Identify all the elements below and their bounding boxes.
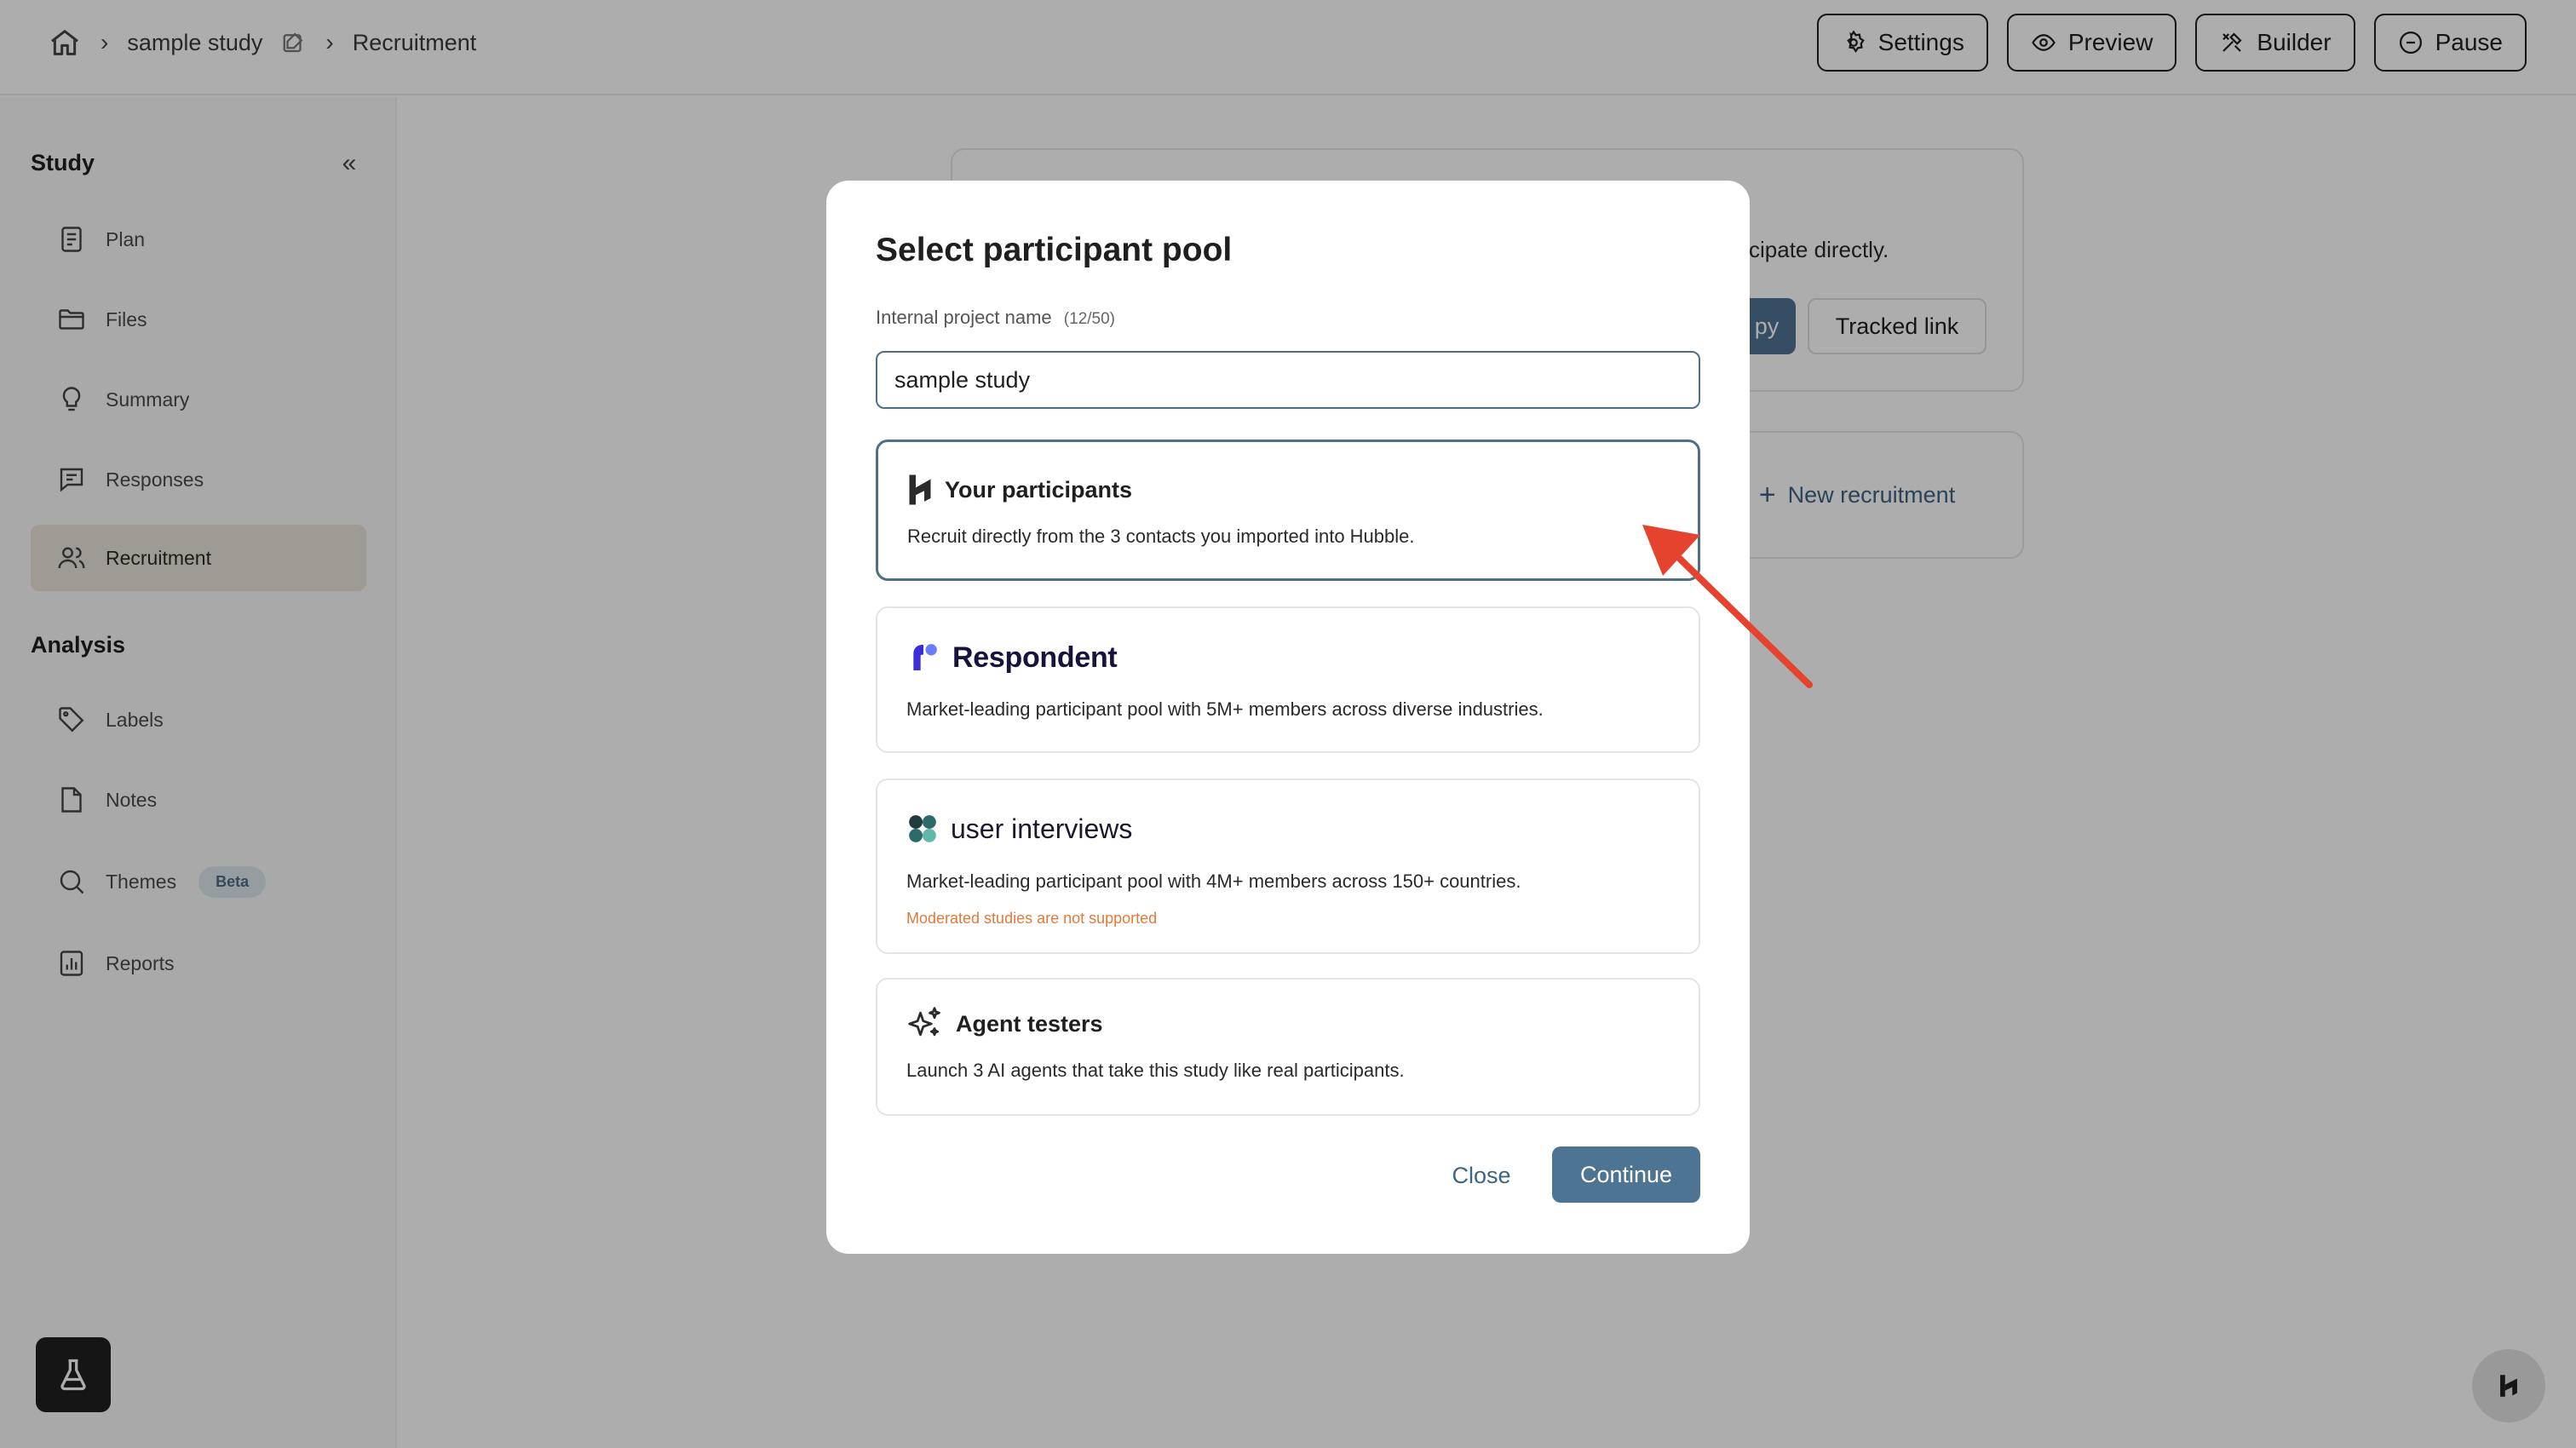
- pool-header: Agent testers: [906, 1005, 1103, 1043]
- project-name-label: Internal project name (12/50): [876, 307, 1115, 329]
- pool-name: Agent testers: [956, 1010, 1103, 1037]
- pool-option-your-participants[interactable]: Your participants Recruit directly from …: [876, 440, 1700, 581]
- participant-pool-modal: Select participant pool Internal project…: [826, 181, 1750, 1254]
- pool-name: user interviews: [951, 813, 1133, 844]
- continue-button[interactable]: Continue: [1552, 1146, 1700, 1203]
- hubble-logo-icon: [907, 473, 933, 507]
- pool-header: Respondent: [906, 641, 1118, 675]
- project-name-input[interactable]: [876, 351, 1700, 409]
- pool-header: user interviews: [906, 813, 1132, 845]
- respondent-logo-icon: [906, 641, 940, 675]
- pool-description: Market-leading participant pool with 5M+…: [906, 698, 1544, 720]
- pool-option-user-interviews[interactable]: user interviews Market-leading participa…: [876, 779, 1700, 954]
- pool-option-agent-testers[interactable]: Agent testers Launch 3 AI agents that ta…: [876, 978, 1700, 1116]
- modal-title: Select participant pool: [876, 232, 1233, 268]
- character-count: (12/50): [1063, 310, 1115, 328]
- pool-name: Your participants: [945, 476, 1133, 503]
- close-button[interactable]: Close: [1435, 1148, 1528, 1203]
- pool-description: Market-leading participant pool with 4M+…: [906, 871, 1521, 892]
- pool-description: Launch 3 AI agents that take this study …: [906, 1060, 1405, 1081]
- pool-name: Respondent: [952, 641, 1118, 674]
- user-interviews-logo-icon: [906, 813, 939, 845]
- pool-description: Recruit directly from the 3 contacts you…: [907, 526, 1415, 547]
- pool-option-respondent[interactable]: Respondent Market-leading participant po…: [876, 606, 1700, 753]
- pool-warning: Moderated studies are not supported: [906, 910, 1158, 927]
- project-name-label-text: Internal project name: [876, 307, 1052, 328]
- pool-header: Your participants: [907, 473, 1132, 507]
- sparkles-icon: [906, 1005, 944, 1043]
